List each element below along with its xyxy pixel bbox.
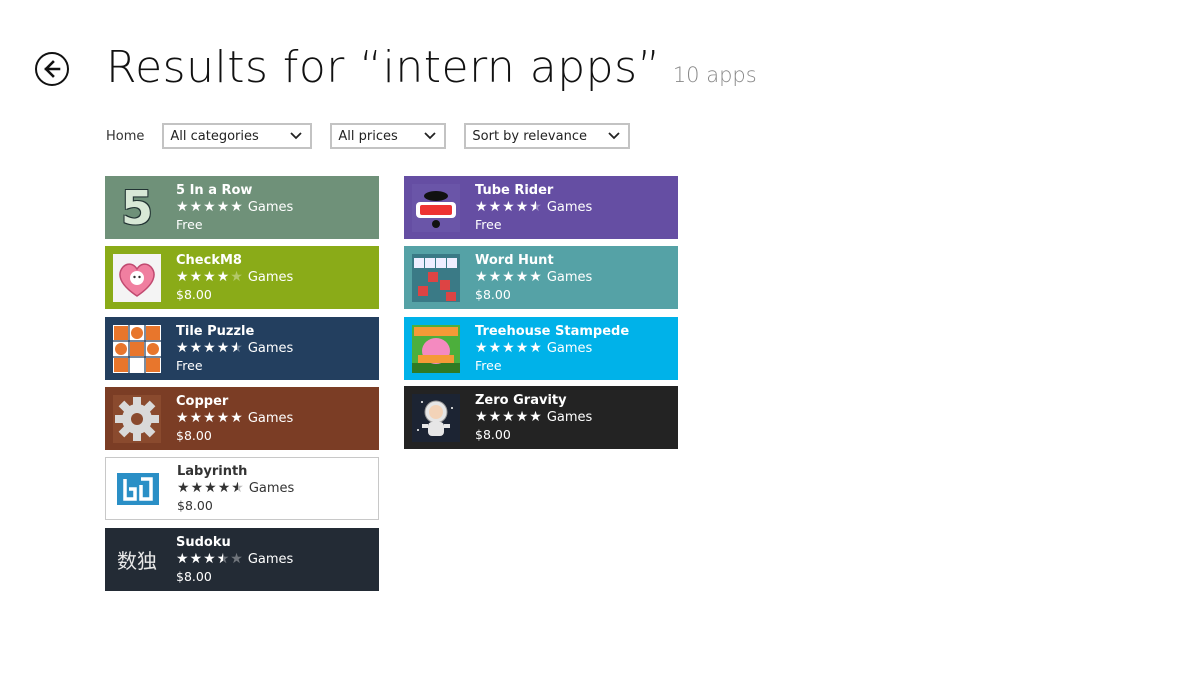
- app-price: $8.00: [176, 428, 212, 443]
- app-category: Games: [247, 341, 294, 356]
- app-tile-tube-rider[interactable]: Tube Rider ★★★★★★Games Free: [404, 176, 678, 239]
- star-rating: ★★★★★: [176, 199, 244, 215]
- app-name: Word Hunt: [475, 253, 554, 268]
- app-price: Free: [176, 217, 203, 232]
- app-category: Games: [247, 200, 294, 215]
- app-price: Free: [475, 358, 502, 373]
- page-title: Results for “intern apps”: [106, 42, 661, 93]
- app-tile-copper[interactable]: Copper ★★★★★ Games $8.00: [105, 387, 379, 450]
- sudoku-kanji: 数独: [117, 549, 157, 573]
- app-category: Games: [546, 410, 593, 425]
- app-tile-word-hunt[interactable]: Word Hunt ★★★★★ Games $8.00: [404, 246, 678, 309]
- app-name: 5 In a Row: [176, 183, 253, 198]
- letter-tiles-icon: [412, 253, 460, 302]
- app-tile-treehouse-stampede[interactable]: Treehouse Stampede ★★★★★ Games Free: [404, 317, 678, 380]
- price-dropdown-value: All prices: [338, 128, 398, 144]
- green-five-icon: 5: [113, 180, 161, 235]
- app-category: Games: [247, 270, 294, 285]
- kanji-sudoku-icon: 数独: [113, 536, 161, 584]
- app-name: Zero Gravity: [475, 393, 567, 408]
- chevron-down-icon: [608, 132, 621, 140]
- app-price: $8.00: [475, 427, 511, 442]
- filter-bar: Home All categories All prices Sort by r…: [106, 122, 648, 150]
- back-button[interactable]: [35, 52, 69, 86]
- app-price: $8.00: [475, 287, 511, 302]
- sort-dropdown[interactable]: Sort by relevance: [464, 123, 631, 149]
- tube-rider-logo-icon: [412, 183, 460, 232]
- maze-icon: [114, 464, 162, 513]
- result-count: 10 apps: [672, 63, 757, 87]
- app-tile-zero-gravity[interactable]: Zero Gravity ★★★★★ Games $8.00: [404, 386, 678, 449]
- star-rating: ★★★★★: [176, 410, 244, 426]
- app-tile-checkm8[interactable]: CheckM8 ★★★★★ Games $8.00: [105, 246, 379, 309]
- app-category: Games: [546, 200, 593, 215]
- gear-icon: [113, 394, 161, 443]
- app-tile-5-in-a-row[interactable]: 5 5 In a Row ★★★★★ Games Free: [105, 176, 379, 239]
- app-price: Free: [176, 358, 203, 373]
- app-tile-labyrinth[interactable]: Labyrinth ★★★★★★Games $8.00: [105, 457, 379, 520]
- back-arrow-icon: [44, 60, 61, 78]
- category-dropdown[interactable]: All categories: [162, 123, 313, 149]
- app-name: Labyrinth: [177, 464, 248, 479]
- star-rating: ★★★★★★: [475, 199, 543, 215]
- app-price: $8.00: [176, 569, 212, 584]
- app-price: Free: [475, 217, 502, 232]
- star-rating: ★★★★★: [475, 409, 543, 425]
- price-dropdown[interactable]: All prices: [330, 123, 447, 149]
- app-category: Games: [546, 270, 593, 285]
- app-category: Games: [247, 411, 294, 426]
- app-name: Sudoku: [176, 535, 231, 550]
- app-name: Tube Rider: [475, 183, 554, 198]
- app-price: $8.00: [176, 287, 212, 302]
- star-rating: ★★★★★: [176, 269, 244, 285]
- star-rating: ★★★★★: [475, 269, 543, 285]
- app-category: Games: [546, 341, 593, 356]
- home-link[interactable]: Home: [106, 129, 144, 144]
- pink-heart-icon: [113, 253, 161, 302]
- five-glyph: 5: [120, 180, 153, 235]
- star-rating: ★★★★★★: [176, 551, 244, 567]
- orange-tiles-icon: [113, 324, 161, 373]
- sort-dropdown-value: Sort by relevance: [472, 128, 587, 144]
- page-header: Results for “intern apps” 10 apps: [106, 42, 757, 93]
- star-rating: ★★★★★★: [177, 480, 245, 496]
- app-tile-tile-puzzle[interactable]: Tile Puzzle ★★★★★★Games Free: [105, 317, 379, 380]
- app-tile-sudoku[interactable]: 数独 Sudoku ★★★★★★Games $8.00: [105, 528, 379, 591]
- astronaut-icon: [412, 393, 460, 442]
- app-name: Copper: [176, 394, 229, 409]
- chevron-down-icon: [290, 132, 303, 140]
- chevron-down-icon: [424, 132, 437, 140]
- app-category: Games: [247, 552, 294, 567]
- star-rating: ★★★★★★: [176, 340, 244, 356]
- app-name: CheckM8: [176, 253, 242, 268]
- app-price: $8.00: [177, 498, 213, 513]
- treehouse-icon: [412, 324, 460, 373]
- app-name: Treehouse Stampede: [475, 324, 630, 339]
- star-rating: ★★★★★: [475, 340, 543, 356]
- app-name: Tile Puzzle: [176, 324, 255, 339]
- category-dropdown-value: All categories: [170, 128, 259, 144]
- app-category: Games: [248, 481, 295, 496]
